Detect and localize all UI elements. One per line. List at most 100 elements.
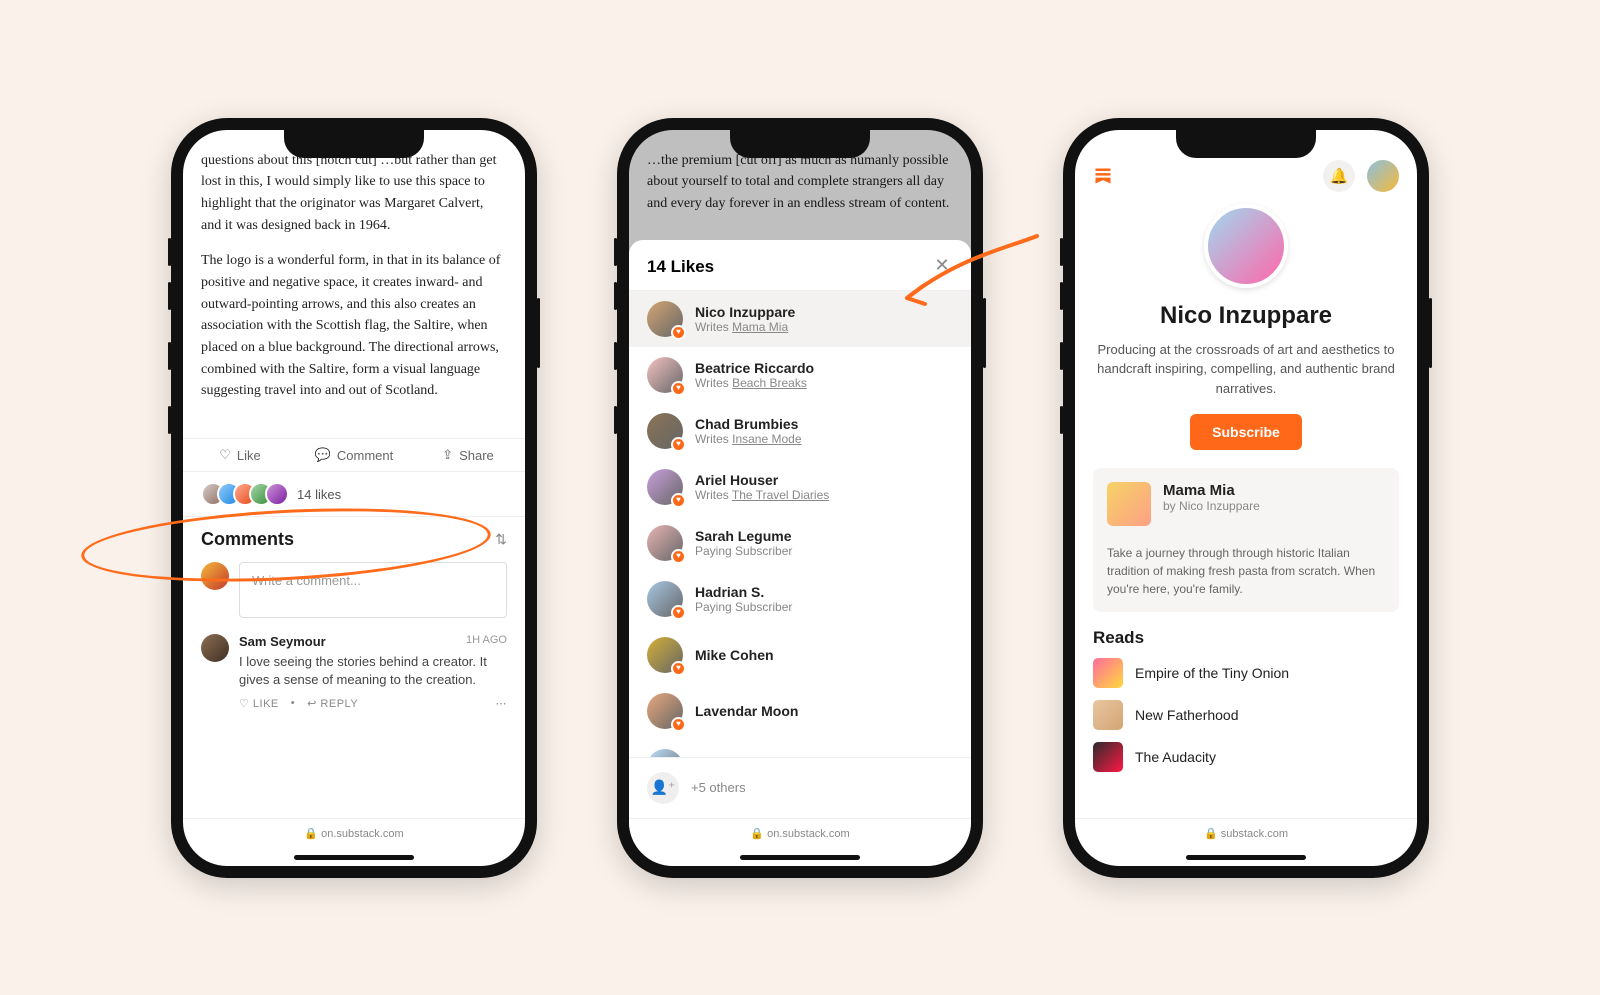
comment-icon: 💬	[315, 447, 331, 463]
liker-row[interactable]: Sai Ranni	[629, 739, 971, 757]
others-label: +5 others	[691, 780, 746, 795]
comments-section: Comments ⇅ Write a comment... Sam Seymou…	[183, 516, 525, 818]
phone-mockup-2: …the premium [cut off] as much as humanl…	[617, 118, 983, 878]
likes-list[interactable]: Nico InzuppareWrites Mama MiaBeatrice Ri…	[629, 291, 971, 757]
publication-description: Take a journey through through historic …	[1107, 544, 1385, 598]
heart-badge-icon	[671, 717, 686, 732]
phone-screen-1: questions about this [notch cut] …but ra…	[183, 130, 525, 866]
liker-name: Hadrian S.	[695, 584, 792, 600]
substack-logo-icon[interactable]	[1093, 166, 1113, 186]
liker-avatar	[647, 581, 683, 617]
comment-input[interactable]: Write a comment...	[239, 562, 507, 618]
liker-row[interactable]: Sarah LegumePaying Subscriber	[629, 515, 971, 571]
liker-row[interactable]: Hadrian S.Paying Subscriber	[629, 571, 971, 627]
heart-badge-icon	[671, 549, 686, 564]
close-icon[interactable]: ✕	[931, 256, 953, 278]
phone-side-button-right	[983, 298, 986, 368]
liker-avatar	[647, 693, 683, 729]
profile-name: Nico Inzuppare	[1160, 302, 1332, 330]
lock-icon: 🔒	[750, 828, 764, 840]
liker-avatar	[647, 525, 683, 561]
liker-name: Chad Brumbies	[695, 416, 802, 432]
liker-subtitle[interactable]: Writes Mama Mia	[695, 320, 795, 334]
comment-author[interactable]: Sam Seymour	[239, 634, 326, 649]
phone-side-button-right	[1429, 298, 1432, 368]
liker-name: Ariel Houser	[695, 472, 829, 488]
liker-avatar	[647, 469, 683, 505]
liker-subtitle[interactable]: Writes Insane Mode	[695, 432, 802, 446]
liker-avatar	[647, 637, 683, 673]
notifications-button[interactable]: 🔔	[1323, 160, 1355, 192]
comments-heading: Comments	[201, 529, 294, 550]
profile-avatar[interactable]	[1204, 204, 1288, 288]
likes-sheet-title: 14 Likes	[647, 257, 714, 277]
heart-icon: ♡	[219, 447, 231, 463]
commenter-avatar[interactable]	[201, 634, 229, 662]
phone-side-buttons-left	[168, 238, 171, 266]
subscribe-button[interactable]: Subscribe	[1190, 414, 1302, 450]
comment-bullet: •	[291, 697, 295, 710]
phone-side-buttons-left	[1060, 238, 1063, 266]
liker-row[interactable]: Chad BrumbiesWrites Insane Mode	[629, 403, 971, 459]
url-text: on.substack.com	[321, 828, 404, 840]
reads-item[interactable]: Empire of the Tiny Onion	[1093, 658, 1399, 688]
profile-bio: Producing at the crossroads of art and a…	[1093, 340, 1399, 399]
liker-row[interactable]: Beatrice RiccardoWrites Beach Breaks	[629, 347, 971, 403]
likes-count-label: 14 likes	[297, 487, 341, 502]
home-indicator[interactable]	[1186, 855, 1306, 860]
heart-badge-icon	[671, 605, 686, 620]
heart-badge-icon	[671, 493, 686, 508]
liker-name: Lavendar Moon	[695, 703, 798, 719]
publication-thumbnail	[1107, 482, 1151, 526]
sort-icon[interactable]: ⇅	[495, 531, 507, 548]
reads-name: New Fatherhood	[1135, 707, 1239, 723]
comment-reply-button[interactable]: ↩ REPLY	[307, 697, 358, 710]
article-paragraph: questions about this [notch cut] …but ra…	[201, 150, 507, 237]
reads-name: Empire of the Tiny Onion	[1135, 665, 1289, 681]
home-indicator[interactable]	[740, 855, 860, 860]
reads-item[interactable]: The Audacity	[1093, 742, 1399, 772]
comment-item: Sam Seymour 1H AGO I love seeing the sto…	[201, 634, 507, 710]
phone-screen-2: …the premium [cut off] as much as humanl…	[629, 130, 971, 866]
comment-button[interactable]: 💬 Comment	[297, 447, 411, 463]
likes-bottom-sheet: 14 Likes ✕ Nico InzuppareWrites Mama Mia…	[629, 240, 971, 866]
liker-subtitle[interactable]: Writes The Travel Diaries	[695, 488, 829, 502]
comment-like-button[interactable]: ♡ LIKE	[239, 697, 279, 710]
reads-name: The Audacity	[1135, 749, 1216, 765]
profile-body[interactable]: Nico Inzuppare Producing at the crossroa…	[1075, 192, 1417, 818]
current-user-avatar[interactable]	[1367, 160, 1399, 192]
publication-byline: by Nico Inzuppare	[1163, 499, 1260, 513]
liker-row[interactable]: Mike Cohen	[629, 627, 971, 683]
phone-screen-3: 🔔 Nico Inzuppare Producing at the crossr…	[1075, 130, 1417, 866]
liker-subtitle: Paying Subscriber	[695, 600, 792, 614]
publication-card[interactable]: Mama Mia by Nico Inzuppare Take a journe…	[1093, 468, 1399, 612]
lock-icon: 🔒	[1204, 828, 1218, 840]
heart-badge-icon	[671, 325, 686, 340]
article-paragraph: The logo is a wonderful form, in that in…	[201, 250, 507, 402]
like-button[interactable]: ♡ Like	[183, 447, 297, 463]
liker-row[interactable]: Nico InzuppareWrites Mama Mia	[629, 291, 971, 347]
liker-name: Sarah Legume	[695, 528, 792, 544]
share-button[interactable]: ⇪ Share	[411, 447, 525, 463]
share-icon: ⇪	[442, 447, 453, 463]
liker-row[interactable]: Ariel HouserWrites The Travel Diaries	[629, 459, 971, 515]
person-add-icon: 👤⁺	[647, 772, 679, 804]
heart-badge-icon	[671, 381, 686, 396]
reads-item[interactable]: New Fatherhood	[1093, 700, 1399, 730]
reads-heading: Reads	[1093, 628, 1399, 648]
liker-avatar	[647, 413, 683, 449]
phone-mockup-3: 🔔 Nico Inzuppare Producing at the crossr…	[1063, 118, 1429, 878]
liker-subtitle[interactable]: Writes Beach Breaks	[695, 376, 814, 390]
reads-section: Reads Empire of the Tiny Onion New Father…	[1093, 628, 1399, 784]
phone-notch	[1176, 130, 1316, 158]
article-body[interactable]: questions about this [notch cut] …but ra…	[183, 130, 525, 439]
liker-row[interactable]: Lavendar Moon	[629, 683, 971, 739]
liker-subtitle: Paying Subscriber	[695, 544, 792, 558]
likes-row[interactable]: 14 likes	[183, 471, 525, 516]
liker-name: Beatrice Riccardo	[695, 360, 814, 376]
comment-more-icon[interactable]: ⋯	[496, 697, 508, 710]
phone-mockup-1: questions about this [notch cut] …but ra…	[171, 118, 537, 878]
home-indicator[interactable]	[294, 855, 414, 860]
others-row[interactable]: 👤⁺ +5 others	[629, 757, 971, 818]
bell-icon: 🔔	[1330, 167, 1349, 185]
